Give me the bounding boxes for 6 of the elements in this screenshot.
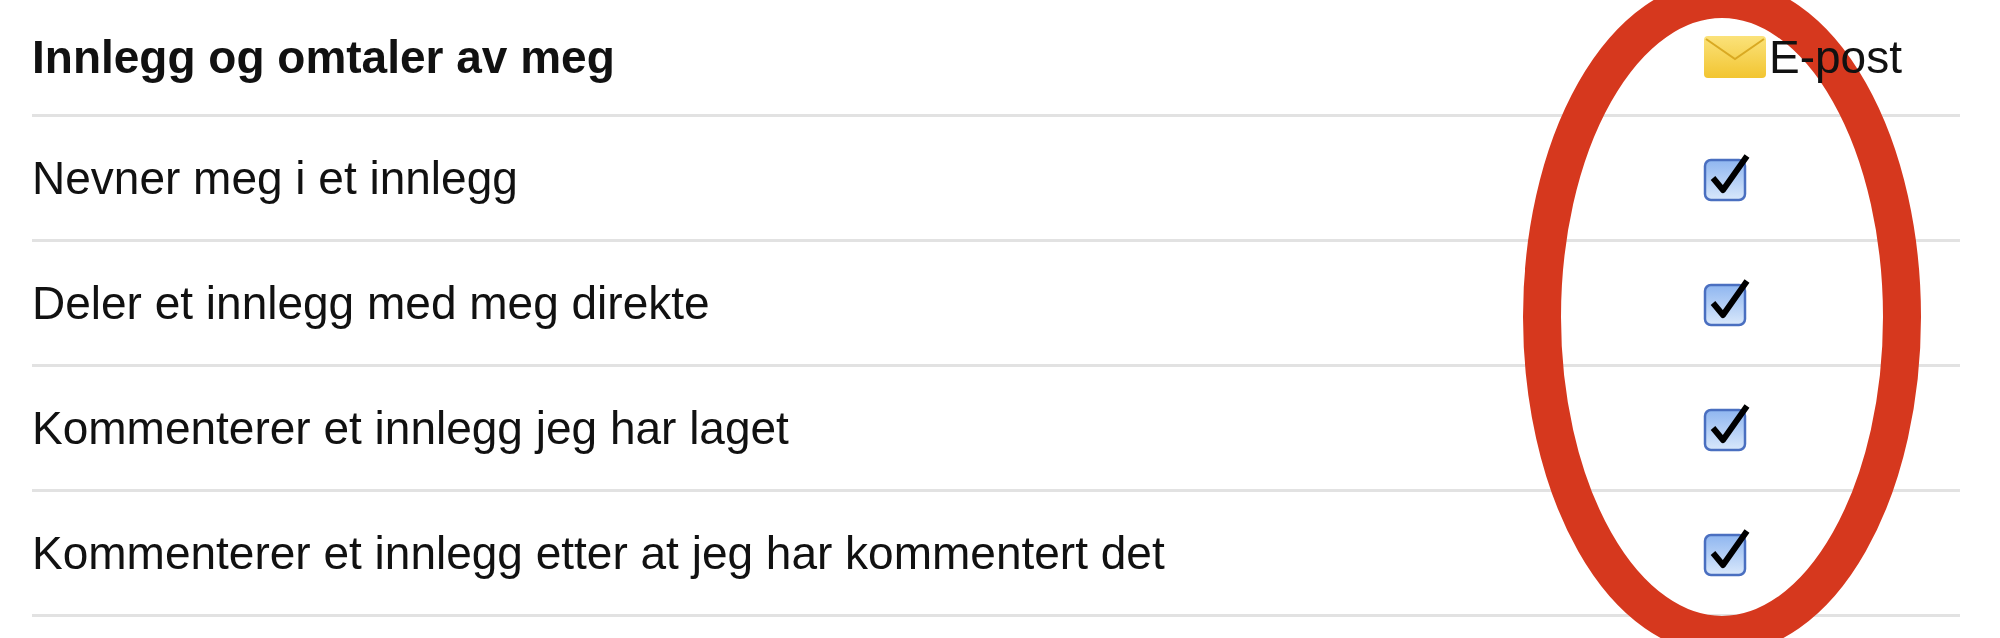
notification-label: Kommenterer et innlegg etter at jeg har kommentert det	[32, 526, 1166, 580]
envelope-icon	[1703, 35, 1767, 79]
section-heading: Innlegg og omtaler av meg	[32, 30, 616, 84]
notification-label: Nevner meg i et innlegg	[32, 151, 519, 205]
notification-label: Kommenterer et innlegg jeg har laget	[32, 401, 790, 455]
notification-label: Deler et innlegg med meg direkte	[32, 276, 711, 330]
